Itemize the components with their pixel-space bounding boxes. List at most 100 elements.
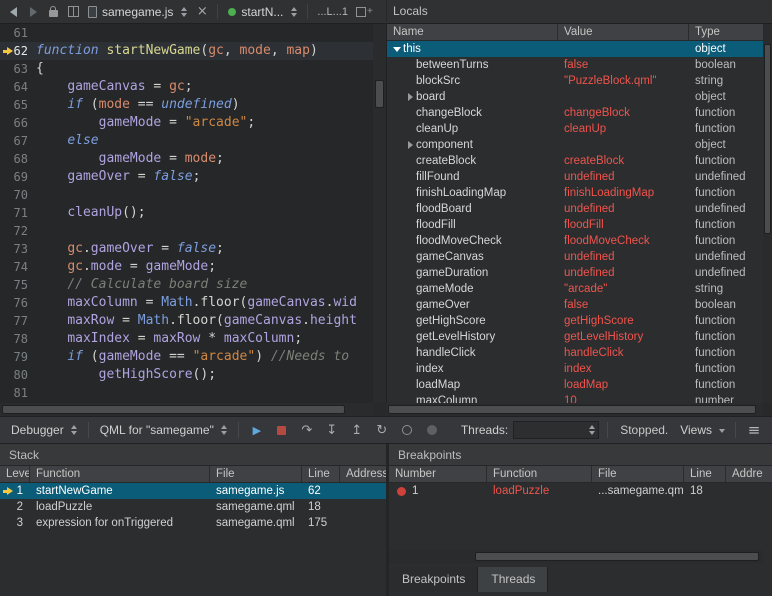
locals-row-fillFound[interactable]: fillFoundundefinedundefined [387, 169, 763, 185]
code-line-71[interactable]: 71 cleanUp(); [0, 204, 373, 222]
line-number-gutter[interactable]: 72 [0, 222, 36, 240]
line-number-gutter[interactable]: 69 [0, 168, 36, 186]
breakpoints-horizontal-scrollbar[interactable] [389, 550, 763, 563]
code-line-79[interactable]: 79 if (gameMode == "arcade") //Needs to [0, 348, 373, 366]
locals-row-finishLoadingMap[interactable]: finishLoadingMapfinishLoadingMapfunction [387, 185, 763, 201]
locals-row-floodFill[interactable]: floodFillfloodFillfunction [387, 217, 763, 233]
expand-icon[interactable] [404, 89, 416, 105]
line-number-gutter[interactable]: 73 [0, 240, 36, 258]
open-file-selector[interactable]: samegame.js [83, 1, 192, 23]
stack-frame-row[interactable]: 3expression for onTriggeredsamegame.qml1… [0, 515, 386, 531]
locals-horizontal-scrollbar[interactable] [386, 403, 763, 416]
stack-frame-row[interactable]: 1startNewGamesamegame.js62 [0, 483, 386, 499]
forward-button[interactable] [23, 1, 43, 23]
line-number-gutter[interactable]: 80 [0, 366, 36, 384]
code-line-70[interactable]: 70 [0, 186, 373, 204]
column-header-file[interactable]: File [592, 466, 684, 482]
code-line-61[interactable]: 61 [0, 24, 373, 42]
split-button[interactable] [63, 1, 83, 23]
line-number-gutter[interactable]: 70 [0, 186, 36, 204]
locals-row-blockSrc[interactable]: blockSrc"PuzzleBlock.qml"string [387, 73, 763, 89]
code-line-74[interactable]: 74 gc.mode = gameMode; [0, 258, 373, 276]
engine-selector[interactable]: QML for "samegame" [97, 420, 230, 440]
column-header-number[interactable]: Number [389, 466, 487, 482]
column-header-level[interactable]: Level [0, 466, 30, 482]
code-line-64[interactable]: 64 gameCanvas = gc; [0, 78, 373, 96]
locals-row-cleanUp[interactable]: cleanUpcleanUpfunction [387, 121, 763, 137]
views-button[interactable]: Views [680, 423, 712, 437]
code-line-65[interactable]: 65 if (mode == undefined) [0, 96, 373, 114]
code-line-81[interactable]: 81 [0, 384, 373, 402]
locals-row-this[interactable]: thisobject [387, 41, 763, 57]
locals-row-maxColumn[interactable]: maxColumn10number [387, 393, 763, 403]
stop-button[interactable] [272, 420, 292, 440]
locals-row-getHighScore[interactable]: getHighScoregetHighScorefunction [387, 313, 763, 329]
tab-threads[interactable]: Threads [478, 567, 548, 592]
locals-row-component[interactable]: componentobject [387, 137, 763, 153]
line-number-gutter[interactable]: 68 [0, 150, 36, 168]
locals-row-getLevelHistory[interactable]: getLevelHistorygetLevelHistoryfunction [387, 329, 763, 345]
locals-horizontal-scrollbar-thumb[interactable] [388, 405, 756, 414]
line-number-gutter[interactable]: 79 [0, 348, 36, 366]
locals-row-changeBlock[interactable]: changeBlockchangeBlockfunction [387, 105, 763, 121]
locals-row-floodMoveCheck[interactable]: floodMoveCheckfloodMoveCheckfunction [387, 233, 763, 249]
line-number-gutter[interactable]: 66 [0, 114, 36, 132]
code-line-62[interactable]: 62function startNewGame(gc, mode, map) [0, 42, 373, 60]
back-button[interactable] [3, 1, 23, 23]
add-split-button[interactable]: + [356, 7, 373, 17]
column-header-value[interactable]: Value [558, 24, 689, 40]
expand-icon[interactable] [404, 137, 416, 153]
code-line-80[interactable]: 80 getHighScore(); [0, 366, 373, 384]
breakpoints-horizontal-scrollbar-thumb[interactable] [475, 552, 759, 561]
column-header-function[interactable]: Function [30, 466, 210, 482]
editor-vertical-scrollbar[interactable] [373, 24, 386, 403]
line-number-gutter[interactable]: 61 [0, 24, 36, 42]
close-document-button[interactable]: × [192, 1, 212, 23]
column-header-address[interactable]: Addre [726, 466, 772, 482]
lock-button[interactable] [43, 1, 63, 23]
locals-row-gameDuration[interactable]: gameDurationundefinedundefined [387, 265, 763, 281]
line-number-gutter[interactable]: 81 [0, 384, 36, 402]
step-out-button[interactable]: ↥ [347, 420, 367, 440]
line-number-gutter[interactable]: 78 [0, 330, 36, 348]
restart-button[interactable]: ↻ [372, 420, 392, 440]
editor-horizontal-scrollbar-thumb[interactable] [2, 405, 345, 414]
debugger-menu[interactable]: Debugger [8, 420, 80, 440]
locals-row-handleClick[interactable]: handleClickhandleClickfunction [387, 345, 763, 361]
locals-row-createBlock[interactable]: createBlockcreateBlockfunction [387, 153, 763, 169]
editor-vertical-scrollbar-thumb[interactable] [375, 80, 384, 108]
code-line-67[interactable]: 67 else [0, 132, 373, 150]
column-header-type[interactable]: Type [689, 24, 763, 40]
tab-breakpoints[interactable]: Breakpoints [389, 567, 478, 592]
locals-row-gameMode[interactable]: gameMode"arcade"string [387, 281, 763, 297]
column-header-address[interactable]: Address [340, 466, 386, 482]
column-header-function[interactable]: Function [487, 466, 592, 482]
line-number-gutter[interactable]: 74 [0, 258, 36, 276]
locals-row-loadMap[interactable]: loadMaploadMapfunction [387, 377, 763, 393]
line-number-gutter[interactable]: 62 [0, 42, 36, 60]
line-number-gutter[interactable]: 77 [0, 312, 36, 330]
collapse-icon[interactable] [391, 41, 403, 57]
code-line-69[interactable]: 69 gameOver = false; [0, 168, 373, 186]
line-number-gutter[interactable]: 64 [0, 78, 36, 96]
code-line-63[interactable]: 63{ [0, 60, 373, 78]
code-line-66[interactable]: 66 gameMode = "arcade"; [0, 114, 373, 132]
line-number-gutter[interactable]: 67 [0, 132, 36, 150]
column-header-line[interactable]: Line [684, 466, 726, 482]
code-line-77[interactable]: 77 maxRow = Math.floor(gameCanvas.height [0, 312, 373, 330]
code-line-72[interactable]: 72 [0, 222, 373, 240]
snapshot-button[interactable] [397, 420, 417, 440]
line-number-gutter[interactable]: 75 [0, 276, 36, 294]
step-over-button[interactable]: ↷ [297, 420, 317, 440]
menu-icon[interactable]: ≡ [744, 420, 764, 440]
threads-selector[interactable] [513, 421, 599, 439]
stack-frame-row[interactable]: 2loadPuzzlesamegame.qml18 [0, 499, 386, 515]
locals-row-index[interactable]: indexindexfunction [387, 361, 763, 377]
code-editor[interactable]: 6162function startNewGame(gc, mode, map)… [0, 24, 373, 403]
line-number-gutter[interactable]: 71 [0, 204, 36, 222]
column-header-line[interactable]: Line [302, 466, 340, 482]
code-line-76[interactable]: 76 maxColumn = Math.floor(gameCanvas.wid [0, 294, 373, 312]
symbol-selector[interactable]: startN... [223, 1, 302, 23]
locals-row-gameCanvas[interactable]: gameCanvasundefinedundefined [387, 249, 763, 265]
breakpoint-row[interactable]: 1loadPuzzle...samegame.qml18 [389, 483, 772, 499]
